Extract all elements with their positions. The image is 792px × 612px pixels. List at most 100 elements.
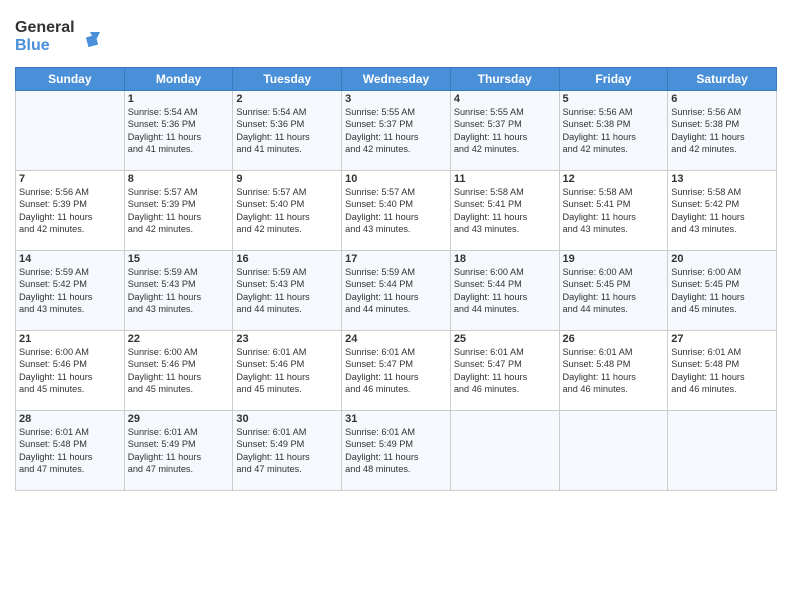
cell-line: Sunset: 5:47 PM [345,359,413,369]
cell-line: Sunrise: 6:00 AM [671,267,741,277]
cell-line: Daylight: 11 hours [128,372,201,382]
cell-line: Daylight: 11 hours [454,292,527,302]
cell-line: Daylight: 11 hours [19,292,92,302]
cell-data: Sunrise: 6:01 AMSunset: 5:49 PMDaylight:… [236,426,338,476]
cell-line: and 44 minutes. [236,304,301,314]
calendar-cell [16,91,125,171]
cell-line: Sunrise: 6:00 AM [454,267,524,277]
cell-line: Sunrise: 6:00 AM [563,267,633,277]
day-header-monday: Monday [124,68,233,91]
cell-line: Sunset: 5:48 PM [19,439,87,449]
cell-line: and 43 minutes. [128,304,193,314]
day-number: 6 [671,93,773,105]
cell-data: Sunrise: 5:59 AMSunset: 5:44 PMDaylight:… [345,266,447,316]
day-number: 29 [128,413,230,425]
cell-line: and 43 minutes. [19,304,84,314]
cell-line: and 44 minutes. [454,304,519,314]
cell-line: Sunrise: 5:57 AM [345,187,415,197]
cell-line: Daylight: 11 hours [19,372,92,382]
day-number: 7 [19,173,121,185]
cell-line: Daylight: 11 hours [345,212,418,222]
cell-line: Sunrise: 6:01 AM [128,427,198,437]
cell-data: Sunrise: 5:56 AMSunset: 5:38 PMDaylight:… [563,106,665,156]
cell-data: Sunrise: 6:00 AMSunset: 5:45 PMDaylight:… [563,266,665,316]
cell-line: Sunrise: 5:57 AM [236,187,306,197]
day-number: 13 [671,173,773,185]
cell-line: and 42 minutes. [128,224,193,234]
cell-data: Sunrise: 5:54 AMSunset: 5:36 PMDaylight:… [236,106,338,156]
cell-line: Sunset: 5:40 PM [345,199,413,209]
page: General Blue SundayMondayTuesdayWednesda… [0,0,792,612]
cell-data: Sunrise: 5:58 AMSunset: 5:41 PMDaylight:… [454,186,556,236]
cell-line: Sunrise: 5:57 AM [128,187,198,197]
week-row-5: 28Sunrise: 6:01 AMSunset: 5:48 PMDayligh… [16,411,777,491]
calendar-cell: 10Sunrise: 5:57 AMSunset: 5:40 PMDayligh… [342,171,451,251]
day-number: 28 [19,413,121,425]
cell-line: and 45 minutes. [19,384,84,394]
cell-line: Sunrise: 6:00 AM [19,347,89,357]
day-number: 3 [345,93,447,105]
calendar-cell: 31Sunrise: 6:01 AMSunset: 5:49 PMDayligh… [342,411,451,491]
calendar-cell: 7Sunrise: 5:56 AMSunset: 5:39 PMDaylight… [16,171,125,251]
cell-line: and 42 minutes. [671,144,736,154]
cell-data: Sunrise: 5:57 AM Sunset: 5:40 PM Daylight:… [345,186,447,236]
calendar-cell: 23Sunrise: 6:01 AMSunset: 5:46 PMDayligh… [233,331,342,411]
cell-line: Daylight: 11 hours [19,212,92,222]
cell-line: and 46 minutes. [563,384,628,394]
day-number: 2 [236,93,338,105]
cell-line: and 42 minutes. [19,224,84,234]
day-number: 11 [454,173,556,185]
cell-data: Sunrise: 5:54 AMSunset: 5:36 PMDaylight:… [128,106,230,156]
calendar-cell [559,411,668,491]
cell-line: Sunrise: 6:01 AM [236,427,306,437]
cell-line: and 43 minutes. [345,224,410,234]
cell-data: Sunrise: 6:00 AMSunset: 5:46 PMDaylight:… [19,346,121,396]
cell-line: Sunrise: 5:56 AM [19,187,89,197]
cell-line: Daylight: 11 hours [563,212,636,222]
cell-line: Sunset: 5:49 PM [236,439,304,449]
cell-line: Sunrise: 6:01 AM [19,427,89,437]
cell-line: Sunset: 5:46 PM [236,359,304,369]
cell-line: Daylight: 11 hours [236,212,309,222]
calendar-cell: 15Sunrise: 5:59 AMSunset: 5:43 PMDayligh… [124,251,233,331]
cell-line: Sunset: 5:41 PM [563,199,631,209]
cell-line: Sunrise: 5:58 AM [671,187,741,197]
calendar-cell: 14Sunrise: 5:59 AMSunset: 5:42 PMDayligh… [16,251,125,331]
cell-line: Sunset: 5:48 PM [563,359,631,369]
day-header-thursday: Thursday [450,68,559,91]
day-number: 31 [345,413,447,425]
cell-line: and 45 minutes. [128,384,193,394]
cell-line: Daylight: 11 hours [345,292,418,302]
day-number: 30 [236,413,338,425]
svg-text:General: General [15,19,75,36]
week-row-3: 14Sunrise: 5:59 AMSunset: 5:42 PMDayligh… [16,251,777,331]
cell-data: Sunrise: 6:01 AMSunset: 5:48 PMDaylight:… [563,346,665,396]
cell-line: Sunrise: 5:59 AM [19,267,89,277]
header-row: General Blue [15,10,777,61]
cell-data: Sunrise: 5:55 AMSunset: 5:37 PMDaylight:… [345,106,447,156]
cell-line: Daylight: 11 hours [345,132,418,142]
cell-line: Sunset: 5:49 PM [128,439,196,449]
cell-line: Sunset: 5:36 PM [236,119,304,129]
cell-data: Sunrise: 5:58 AMSunset: 5:42 PMDaylight:… [671,186,773,236]
cell-line: Sunrise: 5:54 AM [236,107,306,117]
cell-data: Sunrise: 6:01 AMSunset: 5:46 PMDaylight:… [236,346,338,396]
day-header-saturday: Saturday [668,68,777,91]
calendar-cell: 17Sunrise: 5:59 AMSunset: 5:44 PMDayligh… [342,251,451,331]
cell-data: Sunrise: 6:00 AMSunset: 5:44 PMDaylight:… [454,266,556,316]
cell-line: Sunset: 5:40 PM [236,199,304,209]
cell-line: Sunrise: 5:58 AM [563,187,633,197]
cell-line: Sunset: 5:42 PM [19,279,87,289]
cell-data: Sunrise: 6:01 AMSunset: 5:48 PMDaylight:… [671,346,773,396]
cell-line: Sunset: 5:39 PM [128,199,196,209]
cell-line: Sunrise: 6:01 AM [345,347,415,357]
calendar-cell: 18Sunrise: 6:00 AMSunset: 5:44 PMDayligh… [450,251,559,331]
cell-line: Sunrise: 5:59 AM [236,267,306,277]
cell-line: Sunrise: 5:55 AM [454,107,524,117]
day-header-friday: Friday [559,68,668,91]
calendar-cell: 27Sunrise: 6:01 AMSunset: 5:48 PMDayligh… [668,331,777,411]
logo: General Blue [15,14,105,61]
cell-line: and 48 minutes. [345,464,410,474]
cell-line: and 47 minutes. [128,464,193,474]
cell-line: and 43 minutes. [671,224,736,234]
